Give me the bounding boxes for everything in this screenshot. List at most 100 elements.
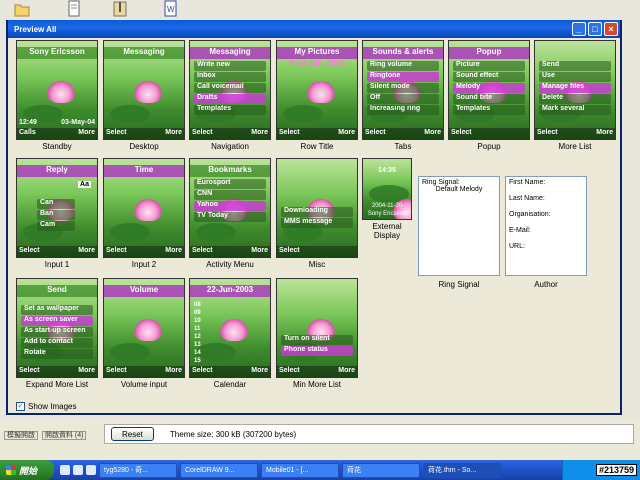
- phone-screen-preview[interactable]: Turn on silent Phone status Select More: [276, 278, 358, 378]
- screen-menu: Eurosport CNN Yahoo TV Today: [194, 179, 266, 223]
- phone-screen-preview[interactable]: Reply Aa Can Ban Cam Select More: [16, 158, 98, 258]
- screen-menu-item[interactable]: Delete: [539, 94, 611, 104]
- taskbar-item[interactable]: CorelDRAW 9...: [180, 462, 258, 478]
- preview-cell[interactable]: 22-Jun-2003 08 09 10 11 12 13 14 15 Select More Cal…: [189, 278, 271, 389]
- screen-menu-item[interactable]: Use: [539, 72, 611, 82]
- close-button[interactable]: ×: [604, 22, 618, 36]
- maximize-button[interactable]: □: [588, 22, 602, 36]
- screen-menu-item[interactable]: Downloading: [281, 207, 353, 217]
- preview-cell[interactable]: Messaging Write new Inbox Call voicemail Dra…: [189, 40, 271, 151]
- preview-cell[interactable]: Reply Aa Can Ban Cam Select More Input 1: [16, 158, 98, 269]
- screen-menu-item[interactable]: Ban: [37, 210, 75, 220]
- screen-menu-item[interactable]: Mark several: [539, 105, 611, 115]
- desktop-shortcut-icon[interactable]: [60, 465, 70, 475]
- softkey-bar: Select More: [363, 128, 443, 139]
- phone-screen-preview[interactable]: 22-Jun-2003 08 09 10 11 12 13 14 15 Select More: [189, 278, 271, 378]
- standby-date: 03-May-04: [61, 119, 95, 126]
- screen-menu-item[interactable]: Phone status: [281, 346, 353, 356]
- left-softkey: Select: [106, 367, 127, 374]
- screen-menu-item[interactable]: TV Today: [194, 212, 266, 222]
- phone-screen-preview[interactable]: My Pictures Best pals (20k) Select More: [276, 40, 358, 140]
- browser-shortcut-icon[interactable]: [73, 465, 83, 475]
- phone-screen-preview[interactable]: Sony Ericsson 12:49 03-May-04 Calls More: [16, 40, 98, 140]
- screen-menu-item[interactable]: Melody: [453, 83, 525, 93]
- preview-cell[interactable]: Messaging Select More Desktop: [103, 40, 185, 151]
- screen-menu-item[interactable]: Call voicemail: [194, 83, 266, 93]
- screen-menu-item[interactable]: MMS message: [281, 218, 353, 228]
- preview-cell[interactable]: Turn on silent Phone status Select More Min …: [276, 278, 358, 389]
- screen-menu-item[interactable]: Yahoo: [194, 201, 266, 211]
- zip-file-icon[interactable]: [112, 0, 128, 18]
- screen-menu-item[interactable]: Templates: [453, 105, 525, 115]
- screen-menu-item[interactable]: As screen saver: [21, 316, 93, 326]
- screen-menu-item[interactable]: Inbox: [194, 72, 266, 82]
- screen-menu-item[interactable]: Send: [539, 61, 611, 71]
- reset-button[interactable]: Reset: [111, 427, 154, 441]
- simulate-open-tab[interactable]: 模擬開啟: [4, 431, 38, 440]
- preview-cell[interactable]: Time Select More Input 2: [103, 158, 185, 269]
- screen-menu-item[interactable]: Ring volume: [367, 61, 439, 71]
- screen-menu-item[interactable]: Off: [367, 94, 439, 104]
- screen-menu-item[interactable]: Drafts: [194, 94, 266, 104]
- preview-cell[interactable]: Send Set as wallpaper As screen saver As st…: [16, 278, 98, 389]
- window-titlebar[interactable]: Preview All _ □ ×: [8, 20, 620, 38]
- media-shortcut-icon[interactable]: [86, 465, 96, 475]
- preview-cell[interactable]: Sony Ericsson 12:49 03-May-04 Calls More Stan…: [16, 40, 98, 151]
- show-images-row: ✓ Show Images: [8, 398, 620, 415]
- preview-cell[interactable]: Volume Select More Volume input: [103, 278, 185, 389]
- phone-screen-preview[interactable]: Time Select More: [103, 158, 185, 258]
- show-images-checkbox[interactable]: ✓: [16, 402, 25, 411]
- taskbar-item[interactable]: tyg5280 - 奇...: [99, 462, 177, 478]
- show-images-label[interactable]: Show Images: [28, 402, 76, 411]
- phone-screen-preview[interactable]: Send Use Manage files Delete Mark several Sel…: [534, 40, 616, 140]
- screen-menu-item[interactable]: Ringtone: [367, 72, 439, 82]
- softkey-bar: Select More: [104, 366, 184, 377]
- phone-screen-preview[interactable]: Volume Select More: [103, 278, 185, 378]
- right-softkey: More: [251, 367, 268, 374]
- screen-menu-item[interactable]: Sound bite: [453, 94, 525, 104]
- screen-menu-item[interactable]: CNN: [194, 190, 266, 200]
- preview-all-window: Preview All _ □ × Sony Ericsson 12:49 03-M…: [6, 20, 622, 415]
- phone-screen-preview[interactable]: Sounds & alerts Ring volume Ringtone Silent…: [362, 40, 444, 140]
- preview-cell[interactable]: Popup Picture Sound effect Melody Sound bite…: [448, 40, 530, 151]
- phone-screen-preview[interactable]: Messaging Write new Inbox Call voicemail Dra…: [189, 40, 271, 140]
- folder-icon[interactable]: [14, 0, 30, 18]
- taskbar-item-active[interactable]: 荷花.thm - So...: [423, 462, 501, 478]
- minimize-button[interactable]: _: [572, 22, 586, 36]
- screen-title: Send: [17, 285, 97, 297]
- taskbar-item[interactable]: 荷花: [342, 462, 420, 478]
- screen-menu-item[interactable]: Can: [37, 199, 75, 209]
- preview-cell[interactable]: Send Use Manage files Delete Mark several Sel…: [534, 40, 616, 151]
- screen-menu-item[interactable]: Manage files: [539, 83, 611, 93]
- phone-screen-preview[interactable]: 14:35 2004-11-30 Sony Ericsson: [362, 158, 412, 220]
- preview-cell[interactable]: My Pictures Best pals (20k) Select More Row …: [276, 40, 358, 151]
- screen-menu-item[interactable]: Sound effect: [453, 72, 525, 82]
- phone-screen-preview[interactable]: Send Set as wallpaper As screen saver As st…: [16, 278, 98, 378]
- phone-screen-preview[interactable]: Popup Picture Sound effect Melody Sound bite…: [448, 40, 530, 140]
- screen-menu-item[interactable]: As start-up screen: [21, 327, 93, 337]
- screen-menu-item[interactable]: Picture: [453, 61, 525, 71]
- screen-menu-item[interactable]: Templates: [194, 105, 266, 115]
- screen-menu: Send Use Manage files Delete Mark several: [539, 61, 611, 116]
- softkey-bar: Select More: [190, 246, 270, 257]
- phone-screen-preview[interactable]: Messaging Select More: [103, 40, 185, 140]
- screen-menu-item[interactable]: Set as wallpaper: [21, 305, 93, 315]
- screen-menu-item[interactable]: Eurosport: [194, 179, 266, 189]
- taskbar-item[interactable]: Mobile01 - [...: [261, 462, 339, 478]
- word-doc-icon[interactable]: W: [162, 0, 178, 18]
- screen-menu-item[interactable]: Cam: [37, 221, 75, 231]
- phone-screen-preview[interactable]: Downloading MMS message Select: [276, 158, 358, 258]
- screen-menu-item[interactable]: Write new: [194, 61, 266, 71]
- screen-menu-item[interactable]: Rotate: [21, 349, 93, 359]
- open-data-tab[interactable]: 開啟資料 (4): [41, 431, 87, 440]
- screen-menu-item[interactable]: Turn on silent: [281, 335, 353, 345]
- phone-screen-preview[interactable]: Bookmarks Eurosport CNN Yahoo TV Today Select…: [189, 158, 271, 258]
- document-icon[interactable]: [66, 0, 82, 18]
- preview-cell[interactable]: Sounds & alerts Ring volume Ringtone Silent…: [362, 40, 444, 151]
- preview-cell[interactable]: Bookmarks Eurosport CNN Yahoo TV Today Select…: [189, 158, 271, 269]
- preview-cell[interactable]: Downloading MMS message Select Misc: [276, 158, 358, 269]
- screen-menu-item[interactable]: Add to contact: [21, 338, 93, 348]
- start-button[interactable]: 開始: [0, 460, 54, 480]
- screen-menu-item[interactable]: Increasing ring: [367, 105, 439, 115]
- screen-menu-item[interactable]: Silent mode: [367, 83, 439, 93]
